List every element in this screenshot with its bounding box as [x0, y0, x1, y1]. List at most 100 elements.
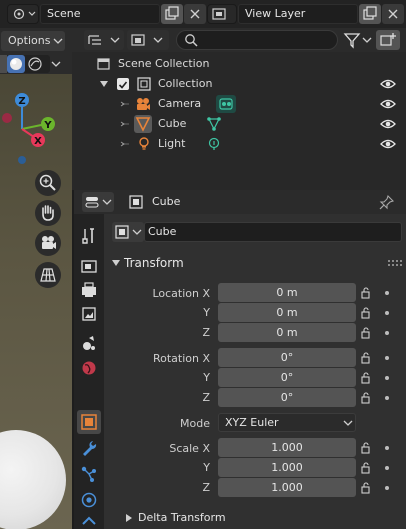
tab-constraints[interactable] [77, 514, 101, 529]
editor-type-dropdown[interactable] [82, 192, 114, 212]
keyframe-dot[interactable] [385, 396, 389, 400]
delete-view-layer-button[interactable] [382, 4, 404, 24]
properties-editor-icon [85, 197, 112, 208]
expand-arrow-icon[interactable] [99, 79, 109, 89]
location-x-field[interactable]: 0 m [218, 283, 356, 302]
zoom-icon [39, 174, 56, 191]
lock-icon[interactable] [361, 372, 373, 384]
scene-name-field[interactable]: Scene [40, 4, 160, 24]
options-dropdown[interactable]: Options [1, 31, 65, 51]
solid-shading-button[interactable] [7, 55, 25, 73]
object-type-dropdown[interactable] [112, 222, 144, 242]
mesh-data-icon[interactable] [206, 116, 222, 132]
world-icon [82, 361, 96, 375]
outliner-header [72, 28, 406, 52]
keyframe-dot[interactable] [385, 466, 389, 470]
lock-icon[interactable] [361, 392, 373, 404]
perspective-toggle-button[interactable] [35, 262, 61, 288]
lock-icon[interactable] [361, 287, 373, 299]
delta-transform-panel-header[interactable]: Delta Transform [104, 507, 406, 529]
lock-icon[interactable] [361, 307, 373, 319]
delete-scene-button[interactable] [184, 4, 206, 24]
rotation-y-label: Y [203, 371, 210, 384]
lock-icon[interactable] [361, 482, 373, 494]
scene-type-dropdown[interactable] [7, 4, 39, 24]
tab-render[interactable] [77, 254, 101, 278]
zoom-button[interactable] [35, 170, 61, 196]
view-layer-name-field[interactable]: View Layer [238, 4, 358, 24]
view-layer-type-dropdown[interactable] [207, 4, 237, 24]
tab-modifiers[interactable] [77, 436, 101, 460]
keyframe-dot[interactable] [385, 311, 389, 315]
filter-dropdown[interactable] [340, 30, 374, 50]
tab-physics[interactable] [77, 488, 101, 512]
tab-view-layer[interactable] [77, 302, 101, 326]
lock-icon[interactable] [361, 462, 373, 474]
scale-y-field[interactable]: 1.000 [218, 458, 356, 477]
keyframe-dot[interactable] [385, 291, 389, 295]
outliner-row-scene-collection[interactable]: Scene Collection [72, 54, 406, 74]
tab-object[interactable] [77, 410, 101, 434]
keyframe-dot[interactable] [385, 331, 389, 335]
drag-handle-icon[interactable] [388, 258, 402, 268]
camera-view-button[interactable] [35, 230, 61, 256]
wrench-icon [83, 441, 97, 456]
lock-icon[interactable] [361, 327, 373, 339]
scale-x-field[interactable]: 1.000 [218, 438, 356, 457]
material-preview-button[interactable] [26, 55, 44, 73]
duplicate-icon [363, 6, 377, 20]
tab-particles[interactable] [77, 462, 101, 486]
keyframe-dot[interactable] [385, 356, 389, 360]
scene-icon [13, 8, 36, 20]
new-scene-button[interactable] [161, 4, 183, 24]
eye-icon[interactable] [380, 98, 396, 110]
camera-data-button[interactable] [216, 95, 236, 113]
object-icon [81, 414, 97, 430]
wireframe-shading-button[interactable] [0, 55, 7, 73]
outliner-row-camera[interactable]: Camera [72, 94, 406, 114]
rotation-z-field[interactable]: 0° [218, 388, 356, 407]
pin-icon[interactable] [379, 194, 395, 210]
object-name-field[interactable]: Cube [144, 222, 402, 242]
eye-icon[interactable] [380, 118, 396, 130]
tab-world[interactable] [77, 356, 101, 380]
rotation-x-field[interactable]: 0° [218, 348, 356, 367]
tab-output[interactable] [77, 278, 101, 302]
light-data-icon[interactable] [206, 136, 222, 152]
transform-panel-header[interactable]: Transform [104, 252, 406, 274]
rotation-x-label: Rotation X [152, 352, 210, 365]
chevron-down-icon [343, 420, 353, 426]
location-y-field[interactable]: 0 m [218, 303, 356, 322]
camera-data-icon [219, 98, 233, 110]
keyframe-dot[interactable] [385, 376, 389, 380]
3d-viewport[interactable]: Options Z Y X [0, 28, 72, 529]
scale-z-field[interactable]: 1.000 [218, 478, 356, 497]
tree-line [120, 121, 129, 127]
outliner-row-light[interactable]: Light [72, 134, 406, 154]
render-icon [81, 260, 97, 273]
display-mode-dropdown[interactable] [84, 30, 124, 50]
filter-type-dropdown[interactable] [127, 30, 169, 50]
tab-tool[interactable] [77, 224, 101, 248]
new-collection-button[interactable] [376, 30, 400, 50]
hand-icon [42, 205, 54, 221]
eye-icon[interactable] [380, 138, 396, 150]
lock-icon[interactable] [361, 352, 373, 364]
pan-button[interactable] [35, 200, 61, 226]
chevron-down-icon[interactable] [50, 60, 62, 70]
location-z-field[interactable]: 0 m [218, 323, 356, 342]
lock-icon[interactable] [361, 442, 373, 454]
outliner-row-collection[interactable]: Collection [72, 74, 406, 94]
rotation-mode-dropdown[interactable]: XYZ Euler [218, 413, 356, 432]
keyframe-dot[interactable] [385, 446, 389, 450]
exclude-checkbox[interactable] [117, 78, 129, 90]
new-view-layer-button[interactable] [359, 4, 381, 24]
outliner-search-input[interactable] [176, 30, 338, 50]
close-icon [190, 9, 200, 19]
outliner-row-cube[interactable]: Cube [72, 114, 406, 134]
tab-scene[interactable] [77, 332, 101, 356]
eye-icon[interactable] [380, 78, 396, 90]
navigation-gizmo[interactable]: Z Y X [0, 88, 72, 168]
rotation-y-field[interactable]: 0° [218, 368, 356, 387]
keyframe-dot[interactable] [385, 486, 389, 490]
